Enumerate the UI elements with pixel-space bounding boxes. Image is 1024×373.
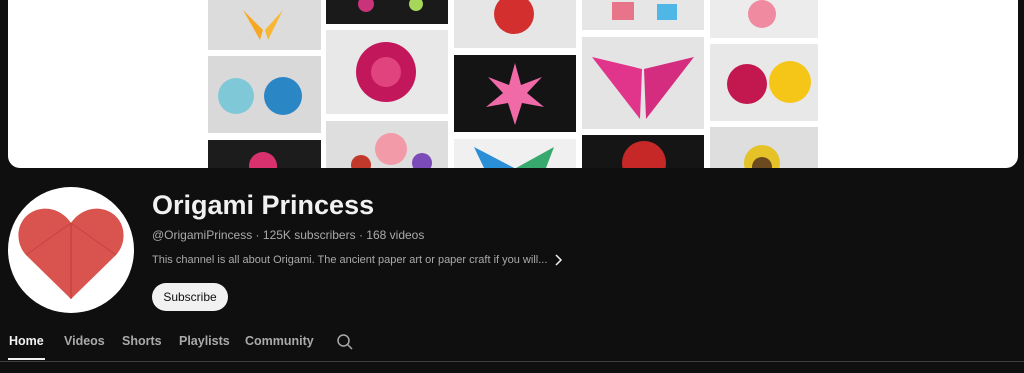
channel-handle: @OrigamiPrincess: [152, 228, 253, 242]
banner-tile-butterfly-blue: [454, 139, 576, 168]
description-text: This channel is all about Origami. The a…: [152, 254, 548, 266]
banner-tile-roses-red-yellow: [710, 44, 818, 121]
banner-tile-star-flower: [454, 55, 576, 132]
channel-meta: @OrigamiPrincess · 125K subscribers · 16…: [152, 228, 424, 242]
banner-tile-boxes: [582, 0, 704, 30]
heart-icon: [18, 208, 124, 299]
channel-description[interactable]: This channel is all about Origami. The a…: [152, 254, 563, 266]
subscriber-count: 125K subscribers: [262, 228, 356, 242]
banner-tile-butterfly-orange: [208, 0, 321, 50]
search-icon[interactable]: [336, 333, 354, 356]
meta-separator: ·: [255, 228, 260, 242]
banner-tile-lotus: [710, 127, 818, 168]
chevron-right-icon[interactable]: [553, 254, 563, 266]
banner-tile-flower-pink: [208, 140, 321, 168]
tab-home[interactable]: Home: [9, 334, 44, 348]
tab-playlists[interactable]: Playlists: [179, 334, 230, 348]
channel-name: Origami Princess: [152, 190, 375, 220]
banner-tile-flower-pink-light: [710, 0, 818, 38]
banner-tile-rose-magenta: [326, 30, 448, 114]
banner-tile-rose-red-dark: [582, 135, 704, 168]
tab-videos[interactable]: Videos: [64, 334, 105, 348]
subscribe-button[interactable]: Subscribe: [152, 283, 228, 311]
banner-tile-flowers-mixed: [326, 121, 448, 168]
channel-banner: [8, 0, 1018, 168]
banner-tile-roses-blue: [208, 56, 321, 133]
banner-tile-rose-red: [454, 0, 576, 48]
meta-separator: ·: [358, 228, 363, 242]
tab-community[interactable]: Community: [245, 334, 314, 348]
channel-avatar[interactable]: [8, 187, 134, 313]
active-tab-indicator: [8, 358, 45, 360]
tab-shorts[interactable]: Shorts: [122, 334, 162, 348]
channel-tabs: Home Videos Shorts Playlists Community: [0, 325, 1024, 362]
video-count: 168 videos: [366, 228, 425, 242]
banner-tile-flowers-dark: [326, 0, 448, 24]
banner-tile-butterfly-pink: [582, 37, 704, 129]
